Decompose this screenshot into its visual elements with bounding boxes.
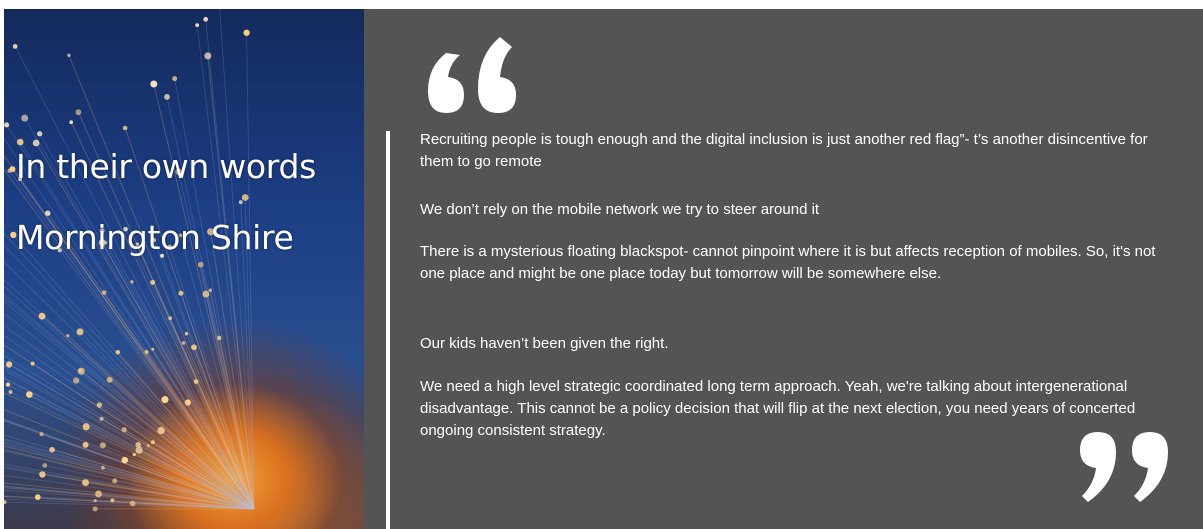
fiber-light-dot (216, 335, 222, 341)
fiber-light-dot (184, 332, 189, 336)
fiber-light-dot (150, 80, 158, 88)
fiber-light-dot (115, 349, 121, 355)
fiber-light-dot (150, 440, 155, 445)
closing-quote-icon (1080, 432, 1168, 502)
fiber-light-dot (42, 463, 48, 468)
opening-quote-icon (428, 37, 516, 113)
fiber-light-dot (44, 210, 51, 217)
fiber-light-dot (32, 139, 40, 147)
fiber-light-dot (164, 94, 170, 100)
fiber-light-dot (112, 478, 118, 484)
fiber-light-dot (161, 396, 169, 404)
fiber-optic-image: In their own words Mornington Shire (4, 9, 364, 529)
fiber-light-dot (172, 76, 178, 82)
fiber-light-dot (4, 122, 10, 128)
fiber-light-dot (238, 200, 243, 205)
fiber-light-dot (39, 432, 44, 437)
fiber-light-dot (8, 390, 13, 395)
fiber-light-dot (197, 261, 204, 268)
fiber-light-dot (208, 288, 213, 293)
fiber-light-dot (203, 16, 209, 22)
fiber-light-dot (36, 131, 43, 137)
fiber-light-dot (26, 391, 33, 398)
fiber-light-dot (67, 53, 71, 57)
fiber-light-dot (95, 490, 102, 498)
fiber-light-dot (34, 494, 41, 500)
quotes-panel: Recruiting people is tough enough and th… (364, 9, 1203, 529)
fiber-light-dot (39, 471, 46, 478)
fiber-light-dot (204, 52, 212, 60)
fiber-light-dot (99, 442, 106, 449)
fiber-light-dot (195, 23, 200, 27)
banner-title-line2: Mornington Shire (16, 218, 294, 257)
fiber-light-dot (241, 194, 249, 201)
fiber-light-dot (75, 109, 82, 116)
fiber-light-dot (93, 499, 97, 503)
fiber-optic-graphic (4, 9, 255, 512)
fiber-light-dot (38, 312, 46, 320)
fiber-light-dot (101, 290, 107, 295)
fiber-light-dot (191, 344, 197, 351)
fiber-light-dot (129, 500, 136, 507)
banner-title-line1: In their own words (16, 147, 317, 186)
fiber-light-dot (69, 120, 74, 125)
fiber-light-dot (5, 382, 11, 387)
quote-paragraph: We need a high level strategic coordinat… (420, 378, 1136, 439)
fiber-light-dot (77, 367, 85, 375)
fiber-light-dot (243, 29, 250, 36)
fiber-light-dot (7, 168, 12, 174)
fiber-light-dot (92, 506, 98, 512)
fiber-light-dot (82, 441, 89, 448)
fiber-light-dot (122, 125, 128, 131)
fiber-light-dot (4, 500, 7, 505)
fiber-light-dot (181, 341, 186, 345)
quote-paragraph: Recruiting people is tough enough and th… (420, 131, 1148, 170)
quote-paragraph: There is a mysterious floating blackspot… (420, 243, 1156, 282)
quote-paragraph: We don’t rely on the mobile network we t… (420, 201, 820, 218)
fiber-light-dot (21, 114, 29, 122)
quote-paragraph: Our kids haven’t been given the right. (420, 335, 669, 352)
fiber-light-dot (12, 43, 18, 49)
vertical-divider (386, 131, 390, 529)
